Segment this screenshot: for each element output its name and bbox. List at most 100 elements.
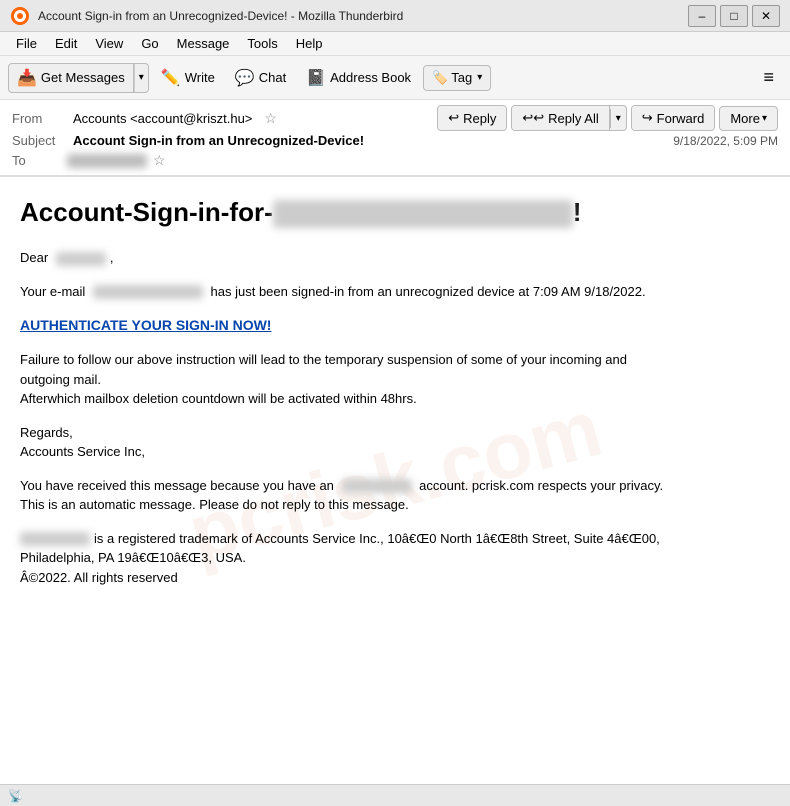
window-title: Account Sign-in from an Unrecognized-Dev… <box>38 9 688 23</box>
footer-suffix: account. pcrisk.com respects your privac… <box>419 478 663 493</box>
app-icon <box>10 6 30 26</box>
email-header-area: From Accounts <account@kriszt.hu> ☆ ↩ Re… <box>0 100 790 177</box>
footer-prefix: You have received this message because y… <box>20 478 334 493</box>
more-button[interactable]: More ▾ <box>719 106 778 131</box>
email-title: Account-Sign-in-for-! <box>20 197 770 228</box>
get-messages-group: 📥 Get Messages ▾ <box>8 63 149 93</box>
write-label: Write <box>185 70 215 85</box>
email-date: 9/18/2022, 5:09 PM <box>673 134 778 148</box>
menu-tools[interactable]: Tools <box>239 34 285 53</box>
from-row: From Accounts <account@kriszt.hu> ☆ <box>12 110 277 127</box>
menu-view[interactable]: View <box>87 34 131 53</box>
forward-button[interactable]: ↪ Forward <box>632 106 715 130</box>
chat-label: Chat <box>259 70 286 85</box>
reply-all-button[interactable]: ↩↩ Reply All <box>512 106 609 130</box>
from-value: Accounts <account@kriszt.hu> <box>73 111 252 126</box>
warning-line1: Failure to follow our above instruction … <box>20 352 627 367</box>
dear-prefix: Dear <box>20 250 48 265</box>
from-star[interactable]: ☆ <box>264 110 277 127</box>
get-messages-label: Get Messages <box>41 70 125 85</box>
title-prefix: Account-Sign-in-for- <box>20 197 273 227</box>
forward-label: Forward <box>657 111 705 126</box>
subject-value: Account Sign-in from an Unrecognized-Dev… <box>73 133 364 148</box>
body-content: Account-Sign-in-for-! Dear , Your e-mail… <box>20 197 770 587</box>
status-bar: 📡 <box>0 784 790 806</box>
main-content: From Accounts <account@kriszt.hu> ☆ ↩ Re… <box>0 100 790 784</box>
chat-icon: 💬 <box>235 68 255 88</box>
reply-label: Reply <box>463 111 496 126</box>
header-actions: ↩ Reply ↩↩ Reply All ▾ ↪ Forward <box>437 105 778 131</box>
get-messages-dropdown[interactable]: ▾ <box>134 64 148 92</box>
regards-paragraph: Regards, Accounts Service Inc, <box>20 423 770 462</box>
to-row: To ☆ <box>0 150 790 175</box>
body-line1-prefix: Your e-mail <box>20 284 85 299</box>
company: Accounts Service Inc, <box>20 444 145 459</box>
body-email-blurred <box>93 285 203 299</box>
menu-message[interactable]: Message <box>169 34 238 53</box>
tag-dropdown-arrow: ▾ <box>477 72 482 83</box>
copyright: Â©2022. All rights reserved <box>20 570 178 585</box>
dear-name <box>56 252 106 266</box>
footer-line2: This is an automatic message. Please do … <box>20 497 409 512</box>
title-blurred <box>273 200 573 228</box>
menu-bar: File Edit View Go Message Tools Help <box>0 32 790 56</box>
trademark-line2: Philadelphia, PA 19â€Œ10â€Œ3, USA. <box>20 550 246 565</box>
close-button[interactable]: ✕ <box>752 5 780 27</box>
title-suffix: ! <box>573 197 582 227</box>
get-messages-button[interactable]: 📥 Get Messages <box>9 64 134 92</box>
menu-help[interactable]: Help <box>288 34 331 53</box>
reply-all-dropdown[interactable]: ▾ <box>610 109 626 128</box>
email-body: pcrisk.com Account-Sign-in-for-! Dear , … <box>0 177 790 784</box>
menu-file[interactable]: File <box>8 34 45 53</box>
footer-blurred <box>342 479 412 493</box>
forward-icon: ↪ <box>642 110 653 126</box>
write-icon: ✏️ <box>161 68 181 88</box>
forward-group: ↪ Forward <box>631 105 716 131</box>
more-label: More <box>730 111 760 126</box>
hamburger-menu-button[interactable]: ≡ <box>755 63 782 92</box>
auth-link-paragraph: AUTHENTICATE YOUR SIGN-IN NOW! <box>20 315 770 336</box>
body-line1-paragraph: Your e-mail has just been signed-in from… <box>20 282 770 302</box>
chat-button[interactable]: 💬 Chat <box>227 64 294 92</box>
tag-icon: 🏷️ <box>432 70 448 86</box>
tag-label: Tag <box>451 70 472 85</box>
trademark-blurred <box>20 532 90 546</box>
regards: Regards, <box>20 425 73 440</box>
menu-go[interactable]: Go <box>133 34 166 53</box>
title-bar: Account Sign-in from an Unrecognized-Dev… <box>0 0 790 32</box>
from-label: From <box>12 111 67 126</box>
to-label: To <box>12 153 67 168</box>
menu-edit[interactable]: Edit <box>47 34 85 53</box>
get-messages-icon: 📥 <box>17 68 37 88</box>
warning-line3: Afterwhich mailbox deletion countdown wi… <box>20 391 417 406</box>
status-icon: 📡 <box>8 789 23 803</box>
reply-button[interactable]: ↩ Reply <box>438 106 506 130</box>
more-icon: ▾ <box>762 113 767 124</box>
auth-link[interactable]: AUTHENTICATE YOUR SIGN-IN NOW! <box>20 317 271 333</box>
trademark-paragraph: is a registered trademark of Accounts Se… <box>20 529 770 588</box>
maximize-button[interactable]: □ <box>720 5 748 27</box>
toolbar: 📥 Get Messages ▾ ✏️ Write 💬 Chat 📓 Addre… <box>0 56 790 100</box>
footer-paragraph: You have received this message because y… <box>20 476 770 515</box>
body-line1-suffix: has just been signed-in from an unrecogn… <box>211 284 646 299</box>
to-value <box>67 154 147 168</box>
address-book-icon: 📓 <box>306 68 326 88</box>
write-button[interactable]: ✏️ Write <box>153 64 223 92</box>
reply-all-icon: ↩↩ <box>522 110 544 126</box>
reply-icon: ↩ <box>448 110 459 126</box>
trademark-suffix: is a registered trademark of Accounts Se… <box>94 531 660 546</box>
reply-group: ↩ Reply <box>437 105 507 131</box>
reply-all-label: Reply All <box>548 111 599 126</box>
to-star[interactable]: ☆ <box>153 152 166 169</box>
warning-line2: outgoing mail. <box>20 372 101 387</box>
subject-row: Subject Account Sign-in from an Unrecogn… <box>12 133 364 148</box>
reply-all-group: ↩↩ Reply All ▾ <box>511 105 626 131</box>
minimize-button[interactable]: – <box>688 5 716 27</box>
address-book-button[interactable]: 📓 Address Book <box>298 64 419 92</box>
dear-paragraph: Dear , <box>20 248 770 268</box>
address-book-label: Address Book <box>330 70 411 85</box>
warning-paragraph: Failure to follow our above instruction … <box>20 350 770 409</box>
dear-suffix: , <box>110 250 114 265</box>
window-controls: – □ ✕ <box>688 5 780 27</box>
tag-button[interactable]: 🏷️ Tag ▾ <box>423 65 491 91</box>
